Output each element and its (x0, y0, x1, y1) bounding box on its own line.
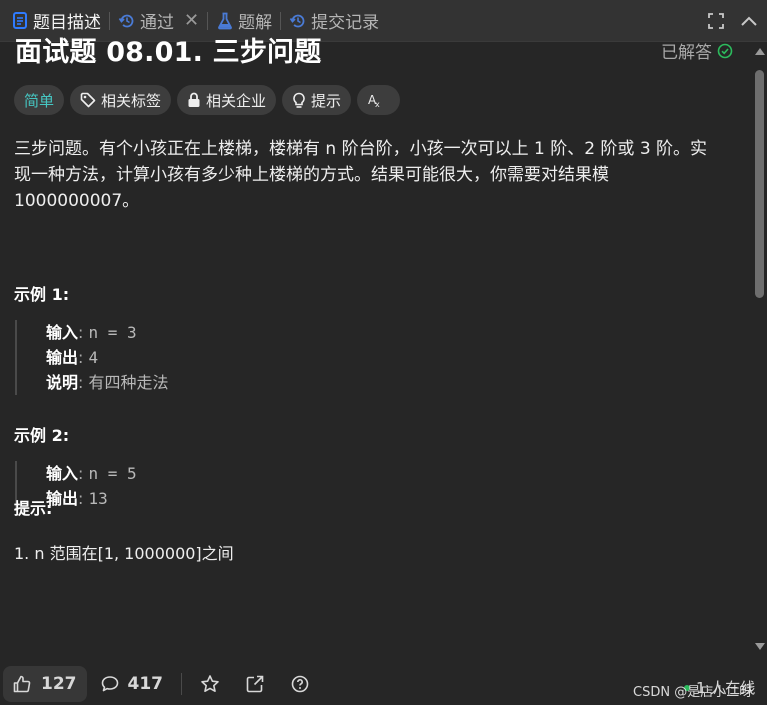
star-icon (201, 674, 219, 692)
scrollbar-thumb[interactable] (755, 70, 764, 298)
constraints-list: 1. n 范围在[1, 1000000]之间 (14, 540, 234, 564)
scroll-down-arrow[interactable] (755, 643, 765, 650)
constraint-item: 1. n 范围在[1, 1000000]之间 (14, 544, 234, 563)
comment-button[interactable]: 417 (93, 666, 172, 702)
problem-panel: 题目描述 通过 ✕ 题解 提交记录 面试题 08.01. 三步问题 已解答 简单… (0, 0, 767, 705)
problem-description: 三步问题。有个小孩正在上楼梯，楼梯有 n 阶台阶，小孩一次可以上 1 阶、2 阶… (14, 136, 726, 214)
problem-title: 面试题 08.01. 三步问题 (15, 37, 322, 68)
related-companies-label: 相关企业 (206, 91, 267, 110)
translate-button[interactable]: Ax (357, 85, 401, 115)
example-1-block: 输入: n = 3 输出: 4 说明: 有四种走法 (15, 320, 169, 395)
solved-label: 已解答 (661, 43, 712, 63)
comment-icon (101, 675, 118, 691)
favorite-button[interactable] (192, 666, 228, 702)
example-2-input: 输入: n = 5 (46, 464, 137, 483)
comment-count: 417 (127, 673, 164, 694)
example-1-output: 输出: 4 (46, 348, 99, 367)
share-button[interactable] (237, 666, 273, 702)
lock-icon (188, 92, 200, 107)
share-icon (246, 675, 264, 692)
lightbulb-icon (293, 92, 305, 108)
document-icon (11, 12, 29, 30)
svg-text:x: x (375, 100, 380, 108)
translate-icon: Ax (368, 93, 380, 108)
example-1-title: 示例 1: (14, 285, 70, 304)
history-icon (118, 12, 136, 30)
tag-icon (80, 92, 96, 108)
question-icon (291, 675, 309, 692)
description-line: 1000000007。 (14, 191, 140, 211)
description-line: 现一种方法，计算小孩有多少种上楼梯的方式。结果可能很大，你需要对结果模 (14, 165, 609, 185)
example-2-title: 示例 2: (14, 426, 70, 445)
chevron-up-icon[interactable] (734, 6, 764, 36)
difficulty-badge[interactable]: 简单 (14, 85, 65, 115)
difficulty-label: 简单 (24, 91, 55, 110)
title-row: 面试题 08.01. 三步问题 已解答 (15, 30, 733, 69)
hint-label: 提示 (311, 91, 342, 110)
related-tags-label: 相关标签 (101, 91, 162, 110)
close-icon[interactable]: ✕ (184, 10, 199, 31)
scroll-up-arrow[interactable] (755, 48, 765, 55)
check-circle-icon (717, 43, 733, 58)
example-1-input: 输入: n = 3 (46, 323, 137, 342)
tag-row: 简单 相关标签 相关企业 提示 Ax (14, 85, 401, 115)
related-companies-button[interactable]: 相关企业 (177, 85, 277, 115)
footer-divider (181, 672, 182, 695)
example-1-explain: 说明: 有四种走法 (46, 373, 169, 392)
like-button[interactable]: 127 (3, 665, 87, 702)
like-count: 127 (41, 673, 77, 694)
description-line: 三步问题。有个小孩正在上楼梯，楼梯有 n 阶台阶，小孩一次可以上 1 阶、2 阶… (14, 139, 708, 159)
related-tags-button[interactable]: 相关标签 (70, 85, 172, 115)
watermark-text: CSDN @是店小二呀 (633, 685, 753, 700)
example-2-output: 输出: 13 (46, 489, 108, 508)
flask-icon (216, 12, 234, 30)
help-button[interactable] (282, 666, 318, 702)
solved-status: 已解答 (661, 38, 733, 63)
history-icon (289, 12, 307, 30)
hint-button[interactable]: 提示 (282, 85, 352, 115)
constraints-title: 提示: (14, 499, 53, 518)
thumb-up-icon (13, 675, 31, 692)
